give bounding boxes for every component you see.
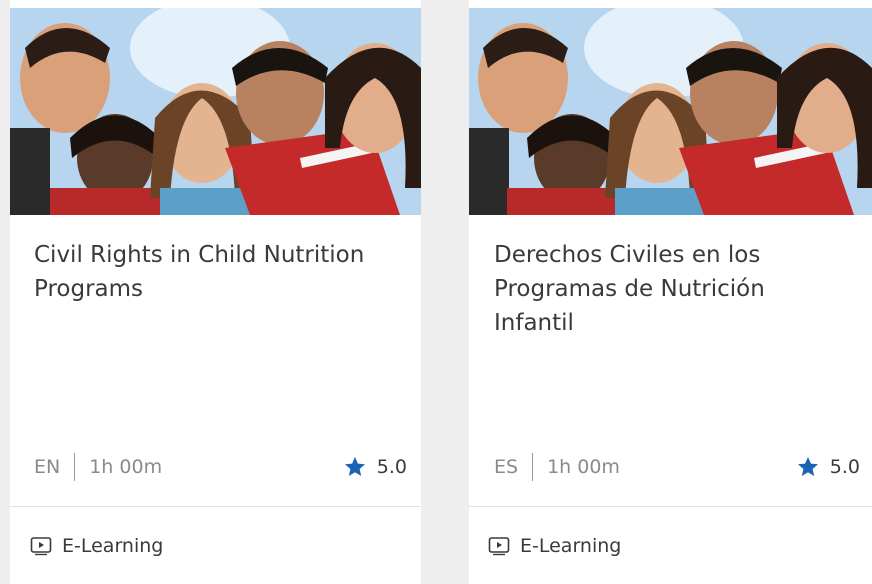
- card-divider: [10, 506, 421, 507]
- language-label: EN: [34, 456, 61, 478]
- type-label: E-Learning: [520, 535, 622, 557]
- star-icon: [797, 457, 818, 476]
- rating-value: 5.0: [829, 456, 860, 478]
- star-icon: [344, 457, 365, 476]
- rating: 5.0: [343, 452, 407, 482]
- video-play-icon: [30, 537, 52, 556]
- type-label: E-Learning: [62, 535, 164, 557]
- course-catalog: Civil Rights in Child Nutrition Programs…: [0, 0, 872, 584]
- duration-label: 1h 00m: [547, 456, 620, 478]
- course-meta: ES 1h 00m: [494, 452, 620, 482]
- course-type: E-Learning: [488, 535, 621, 557]
- rating: 5.0: [796, 452, 860, 482]
- course-thumbnail[interactable]: [10, 8, 421, 215]
- card-divider: [469, 506, 872, 507]
- people-photo: [469, 8, 872, 215]
- course-card[interactable]: Civil Rights in Child Nutrition Programs…: [10, 0, 421, 584]
- course-thumbnail[interactable]: [469, 8, 872, 215]
- course-type: E-Learning: [30, 535, 163, 557]
- meta-divider: [532, 453, 534, 481]
- course-title[interactable]: Derechos Civiles en los Programas de Nut…: [494, 238, 844, 340]
- duration-label: 1h 00m: [89, 456, 163, 478]
- rating-value: 5.0: [376, 456, 407, 478]
- language-label: ES: [494, 456, 519, 478]
- course-card[interactable]: Derechos Civiles en los Programas de Nut…: [469, 0, 872, 584]
- course-meta: EN 1h 00m: [34, 452, 162, 482]
- course-title[interactable]: Civil Rights in Child Nutrition Programs: [34, 238, 374, 306]
- people-photo: [10, 8, 421, 215]
- video-play-icon: [488, 537, 510, 556]
- meta-divider: [74, 453, 76, 481]
